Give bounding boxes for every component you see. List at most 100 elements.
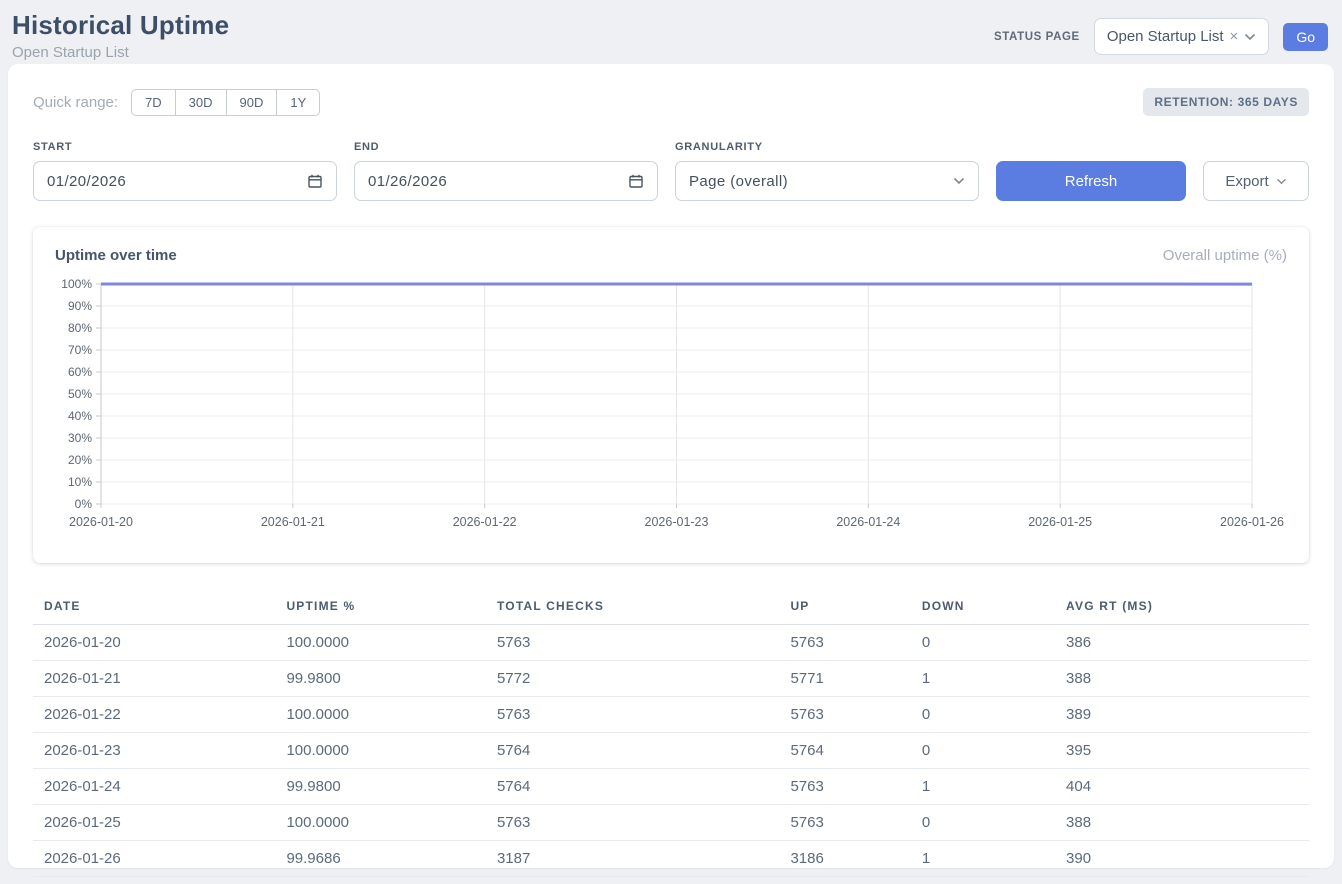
svg-text:70%: 70% [68, 343, 92, 357]
column-header: UPTIME % [275, 587, 486, 625]
table-cell: 100.0000 [275, 733, 486, 769]
quick-range-label: Quick range: [33, 94, 118, 111]
table-cell: 395 [1055, 733, 1309, 769]
table-cell: 5772 [486, 661, 779, 697]
retention-badge: RETENTION: 365 DAYS [1143, 88, 1309, 116]
table-cell: 5764 [486, 769, 779, 805]
svg-text:40%: 40% [68, 409, 92, 423]
go-button[interactable]: Go [1283, 23, 1328, 51]
start-date-input[interactable]: 01/20/2026 [33, 161, 337, 201]
table-cell: 389 [1055, 697, 1309, 733]
table-cell: 2026-01-25 [33, 805, 275, 841]
table-row: 2026-01-25100.0000576357630388 [33, 805, 1309, 841]
clear-selection-icon[interactable]: × [1230, 28, 1239, 45]
table-cell: 2026-01-21 [33, 661, 275, 697]
svg-text:80%: 80% [68, 321, 92, 335]
table-cell: 100.0000 [275, 805, 486, 841]
calendar-icon [628, 173, 644, 189]
svg-text:20%: 20% [68, 453, 92, 467]
table-cell: 5763 [779, 625, 910, 661]
table-cell: 100.0000 [275, 625, 486, 661]
granularity-value: Page (overall) [689, 173, 788, 190]
svg-text:2026-01-22: 2026-01-22 [453, 515, 517, 529]
chart-header: Uptime over time Overall uptime (%) [55, 247, 1287, 264]
page-subtitle: Open Startup List [12, 44, 229, 61]
refresh-button[interactable]: Refresh [996, 161, 1186, 201]
start-date-label: START [33, 141, 337, 153]
table-cell: 5763 [779, 697, 910, 733]
table-cell: 1 [911, 769, 1055, 805]
table-cell: 3187 [486, 841, 779, 877]
svg-text:2026-01-26: 2026-01-26 [1220, 515, 1284, 529]
table-cell: 0 [911, 697, 1055, 733]
table-cell: 2026-01-24 [33, 769, 275, 805]
svg-text:0%: 0% [75, 497, 93, 511]
chevron-down-icon [953, 177, 965, 185]
svg-text:2026-01-21: 2026-01-21 [261, 515, 325, 529]
granularity-label: GRANULARITY [675, 141, 979, 153]
start-date-value: 01/20/2026 [47, 173, 126, 190]
uptime-table: DATEUPTIME %TOTAL CHECKSUPDOWNAVG RT (MS… [33, 587, 1309, 877]
table-row: 2026-01-2699.9686318731861390 [33, 841, 1309, 877]
table-cell: 2026-01-23 [33, 733, 275, 769]
table-cell: 0 [911, 733, 1055, 769]
table-cell: 1 [911, 661, 1055, 697]
chart-title: Uptime over time [55, 247, 177, 264]
main-panel: Quick range: 7D30D90D1Y RETENTION: 365 D… [8, 64, 1334, 868]
quick-range-7d[interactable]: 7D [131, 89, 176, 116]
table-cell: 386 [1055, 625, 1309, 661]
filters-row: START 01/20/2026 END 01/26/2026 [33, 141, 1309, 201]
svg-text:50%: 50% [68, 387, 92, 401]
table-row: 2026-01-2499.9800576457631404 [33, 769, 1309, 805]
svg-text:60%: 60% [68, 365, 92, 379]
quick-range-1y[interactable]: 1Y [276, 89, 320, 116]
table-cell: 5763 [486, 697, 779, 733]
table-cell: 0 [911, 805, 1055, 841]
svg-text:90%: 90% [68, 299, 92, 313]
title-block: Historical Uptime Open Startup List [12, 10, 229, 61]
table-cell: 5763 [779, 769, 910, 805]
quick-range-row: Quick range: 7D30D90D1Y RETENTION: 365 D… [33, 88, 1309, 116]
page-title: Historical Uptime [12, 10, 229, 41]
column-header: UP [779, 587, 910, 625]
status-page-select[interactable]: Open Startup List × [1094, 18, 1270, 55]
quick-range-90d[interactable]: 90D [226, 89, 278, 116]
column-header: AVG RT (MS) [1055, 587, 1309, 625]
chart-legend-label: Overall uptime (%) [1163, 247, 1287, 264]
end-date-value: 01/26/2026 [368, 173, 447, 190]
table-cell: 5763 [779, 805, 910, 841]
table-cell: 99.9800 [275, 661, 486, 697]
chart-card: Uptime over time Overall uptime (%) 0%10… [33, 227, 1309, 563]
status-page-selected-value: Open Startup List [1107, 28, 1224, 45]
svg-text:2026-01-23: 2026-01-23 [645, 515, 709, 529]
table-row: 2026-01-22100.0000576357630389 [33, 697, 1309, 733]
table-cell: 390 [1055, 841, 1309, 877]
calendar-icon [307, 173, 323, 189]
granularity-select[interactable]: Page (overall) [675, 161, 979, 201]
table-cell: 5764 [779, 733, 910, 769]
uptime-line-chart: 0%10%20%30%40%50%60%70%80%90%100%2026-01… [55, 274, 1287, 536]
column-header: TOTAL CHECKS [486, 587, 779, 625]
table-cell: 388 [1055, 805, 1309, 841]
svg-text:2026-01-24: 2026-01-24 [836, 515, 900, 529]
chevron-down-icon [1244, 33, 1256, 41]
svg-text:30%: 30% [68, 431, 92, 445]
column-header: DATE [33, 587, 275, 625]
table-cell: 3186 [779, 841, 910, 877]
svg-text:2026-01-25: 2026-01-25 [1028, 515, 1092, 529]
export-button[interactable]: Export [1203, 161, 1309, 201]
quick-range-30d[interactable]: 30D [175, 89, 227, 116]
table-cell: 0 [911, 625, 1055, 661]
quick-range-group: 7D30D90D1Y [131, 89, 320, 116]
granularity-field: GRANULARITY Page (overall) [675, 141, 979, 201]
table-row: 2026-01-23100.0000576457640395 [33, 733, 1309, 769]
table-cell: 388 [1055, 661, 1309, 697]
table-header-row: DATEUPTIME %TOTAL CHECKSUPDOWNAVG RT (MS… [33, 587, 1309, 625]
top-header: Historical Uptime Open Startup List STAT… [0, 0, 1342, 64]
start-date-field: START 01/20/2026 [33, 141, 337, 201]
chevron-down-icon [1276, 178, 1287, 185]
svg-text:2026-01-20: 2026-01-20 [69, 515, 133, 529]
table-cell: 5763 [486, 805, 779, 841]
table-row: 2026-01-20100.0000576357630386 [33, 625, 1309, 661]
end-date-input[interactable]: 01/26/2026 [354, 161, 658, 201]
